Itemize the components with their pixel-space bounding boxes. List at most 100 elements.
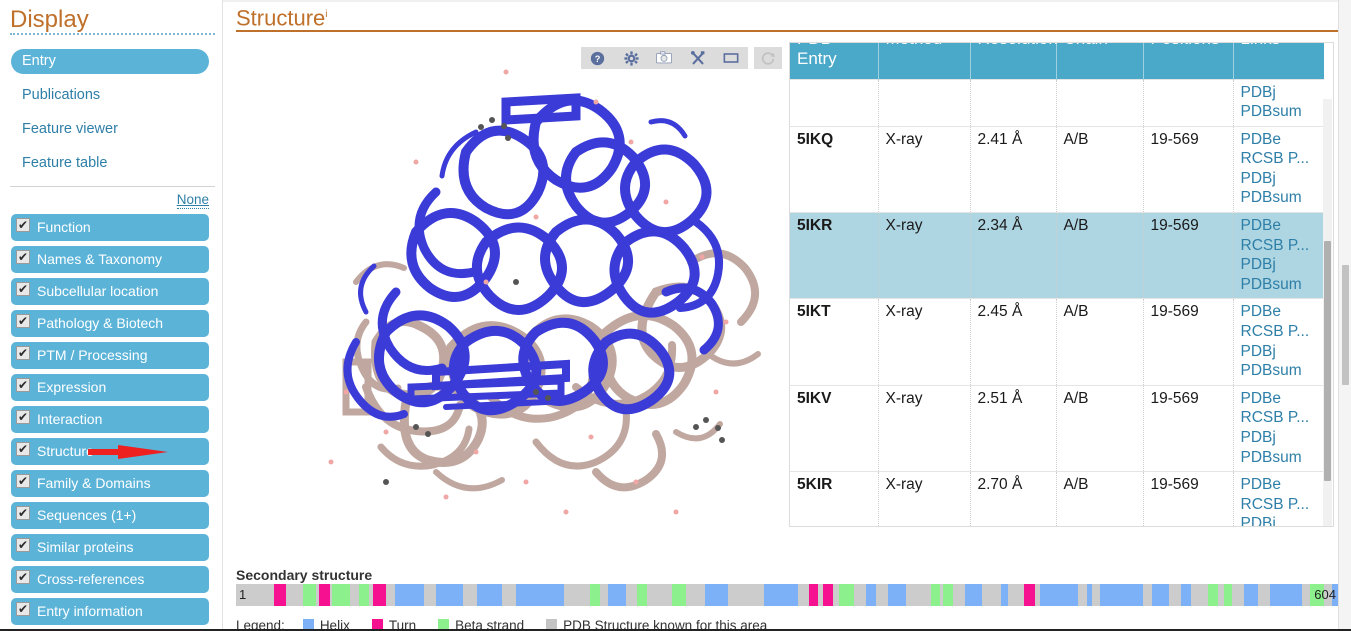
- column-header-resolution[interactable]: Resolution: [970, 43, 1058, 79]
- camera-icon[interactable]: [655, 49, 673, 67]
- page-scrollbar[interactable]: [1338, 0, 1351, 631]
- checkbox-similar-proteins[interactable]: ✔: [16, 538, 30, 552]
- external-link-pdbj[interactable]: PDBj: [1241, 255, 1319, 275]
- reset-refresh-icon[interactable]: [759, 49, 777, 67]
- table-row[interactable]: PDBj PDBsum: [790, 78, 1324, 127]
- external-link-pdbj[interactable]: PDBj: [1241, 514, 1319, 526]
- protein-structure-viewer[interactable]: ?: [236, 42, 792, 542]
- external-link-pdbe[interactable]: PDBe: [1241, 130, 1319, 150]
- ss-segment-beta-strand[interactable]: [589, 584, 600, 606]
- column-header-links[interactable]: Links: [1233, 43, 1324, 79]
- ss-segment-beta-strand[interactable]: [332, 584, 350, 606]
- ss-segment-beta-strand[interactable]: [943, 584, 954, 606]
- external-link-rcsb-p[interactable]: RCSB P...: [1241, 495, 1319, 515]
- checkbox-sequences-1[interactable]: ✔: [16, 506, 30, 520]
- external-link-pdbj[interactable]: PDBj: [1241, 428, 1319, 448]
- ss-segment-helix[interactable]: [1243, 584, 1259, 606]
- ss-segment-helix[interactable]: [608, 584, 627, 606]
- column-header-method[interactable]: Method: [878, 43, 971, 79]
- section-toggle-family-domains[interactable]: ✔ Family & Domains: [11, 470, 209, 497]
- section-toggle-function[interactable]: ✔ Function: [11, 214, 209, 241]
- section-toggle-expression[interactable]: ✔ Expression: [11, 374, 209, 401]
- table-row[interactable]: 5IKT X-ray 2.45 Å A/B 19-569 PDBe RCSB P... PDB…: [790, 298, 1324, 386]
- checkbox-entry-information[interactable]: ✔: [16, 602, 30, 616]
- ss-segment-helix[interactable]: [1086, 584, 1093, 606]
- checkbox-interaction[interactable]: ✔: [16, 410, 30, 424]
- ss-segment-helix[interactable]: [436, 584, 463, 606]
- checkbox-names-taxonomy[interactable]: ✔: [16, 250, 30, 264]
- checkbox-ptm-processing[interactable]: ✔: [16, 346, 30, 360]
- checkbox-pathology-biotech[interactable]: ✔: [16, 314, 30, 328]
- section-toggle-entry-information[interactable]: ✔ Entry information: [11, 598, 209, 625]
- section-toggle-similar-proteins[interactable]: ✔ Similar proteins: [11, 534, 209, 561]
- external-link-pdbe[interactable]: PDBe: [1241, 302, 1319, 322]
- section-toggle-interaction[interactable]: ✔ Interaction: [11, 406, 209, 433]
- external-link-rcsb-p[interactable]: RCSB P...: [1241, 236, 1319, 256]
- external-link-pdbe[interactable]: PDBe: [1241, 389, 1319, 409]
- external-link-rcsb-p[interactable]: RCSB P...: [1241, 408, 1319, 428]
- ss-segment-turn[interactable]: [318, 584, 330, 606]
- pdb-entries-table-container[interactable]: PDB EntryMethodResolutionChainPositionsL…: [789, 42, 1334, 527]
- external-link-pdbsum[interactable]: PDBsum: [1241, 448, 1319, 468]
- ss-segment-beta-strand[interactable]: [672, 584, 686, 606]
- ss-segment-turn[interactable]: [809, 584, 819, 606]
- ss-segment-helix[interactable]: [395, 584, 424, 606]
- sidebar-nav-publications[interactable]: Publications: [11, 83, 209, 108]
- ss-segment-helix[interactable]: [965, 584, 982, 606]
- sidebar-nav-entry[interactable]: Entry: [11, 49, 209, 74]
- ss-segment-turn[interactable]: [373, 584, 387, 606]
- section-toggle-subcellular-location[interactable]: ✔ Subcellular location: [11, 278, 209, 305]
- ss-segment-turn[interactable]: [822, 584, 833, 606]
- external-link-pdbsum[interactable]: PDBsum: [1241, 188, 1319, 208]
- settings-gear-icon[interactable]: [622, 49, 640, 67]
- section-toggle-sequences-1[interactable]: ✔ Sequences (1+): [11, 502, 209, 529]
- ss-segment-beta-strand[interactable]: [1223, 584, 1232, 606]
- external-link-pdbe[interactable]: PDBe: [1241, 216, 1319, 236]
- checkbox-subcellular-location[interactable]: ✔: [16, 282, 30, 296]
- external-link-pdbe[interactable]: PDBe: [1241, 475, 1319, 495]
- section-toggle-cross-references[interactable]: ✔ Cross-references: [11, 566, 209, 593]
- ss-segment-helix[interactable]: [1040, 584, 1078, 606]
- ss-segment-helix[interactable]: [865, 584, 876, 606]
- ss-segment-beta-strand[interactable]: [358, 584, 369, 606]
- secondary-structure-track[interactable]: 1 604: [236, 584, 1341, 606]
- checkbox-structure[interactable]: ✔: [16, 442, 30, 456]
- ss-segment-helix[interactable]: [1180, 584, 1191, 606]
- table-row[interactable]: 5IKQ X-ray 2.41 Å A/B 19-569 PDBe RCSB P... PDB…: [790, 125, 1324, 213]
- ss-segment-helix[interactable]: [1152, 584, 1169, 606]
- ss-segment-helix[interactable]: [764, 584, 799, 606]
- table-row[interactable]: 5IKR X-ray 2.34 Å A/B 19-569 PDBe RCSB P... PDB…: [790, 212, 1324, 299]
- select-none-link[interactable]: None: [176, 192, 209, 209]
- ss-segment-helix[interactable]: [476, 584, 503, 606]
- ss-segment-helix[interactable]: [1100, 584, 1144, 606]
- checkbox-family-domains[interactable]: ✔: [16, 474, 30, 488]
- help-icon[interactable]: ?: [589, 49, 607, 67]
- ss-segment-helix[interactable]: [1000, 584, 1009, 606]
- external-link-pdbj[interactable]: PDBj: [1241, 342, 1319, 362]
- fullscreen-icon[interactable]: [722, 49, 740, 67]
- ss-segment-beta-strand[interactable]: [839, 584, 854, 606]
- table-scrollbar[interactable]: [1323, 99, 1332, 526]
- section-toggle-pathology-biotech[interactable]: ✔ Pathology & Biotech: [11, 310, 209, 337]
- external-link-pdbsum[interactable]: PDBsum: [1241, 361, 1319, 381]
- info-superscript-icon[interactable]: i: [325, 9, 327, 20]
- ss-segment-helix[interactable]: [887, 584, 906, 606]
- table-scrollbar-thumb[interactable]: [1324, 241, 1331, 481]
- checkbox-function[interactable]: ✔: [16, 218, 30, 232]
- column-header-positions[interactable]: Positions: [1143, 43, 1234, 79]
- external-link-pdbsum[interactable]: PDBsum: [1241, 102, 1319, 122]
- sidebar-nav-feature-table[interactable]: Feature table: [11, 151, 209, 176]
- sidebar-nav-feature-viewer[interactable]: Feature viewer: [11, 117, 209, 142]
- ss-segment-turn[interactable]: [273, 584, 286, 606]
- ss-segment-helix[interactable]: [515, 584, 565, 606]
- external-link-rcsb-p[interactable]: RCSB P...: [1241, 149, 1319, 169]
- external-link-rcsb-p[interactable]: RCSB P...: [1241, 322, 1319, 342]
- external-link-pdbj[interactable]: PDBj: [1241, 83, 1319, 103]
- ss-segment-helix[interactable]: [1270, 584, 1303, 606]
- ss-segment-beta-strand[interactable]: [303, 584, 316, 606]
- ss-segment-beta-strand[interactable]: [931, 584, 940, 606]
- section-toggle-ptm-processing[interactable]: ✔ PTM / Processing: [11, 342, 209, 369]
- section-toggle-names-taxonomy[interactable]: ✔ Names & Taxonomy: [11, 246, 209, 273]
- checkbox-cross-references[interactable]: ✔: [16, 570, 30, 584]
- column-header-chain[interactable]: Chain: [1056, 43, 1144, 79]
